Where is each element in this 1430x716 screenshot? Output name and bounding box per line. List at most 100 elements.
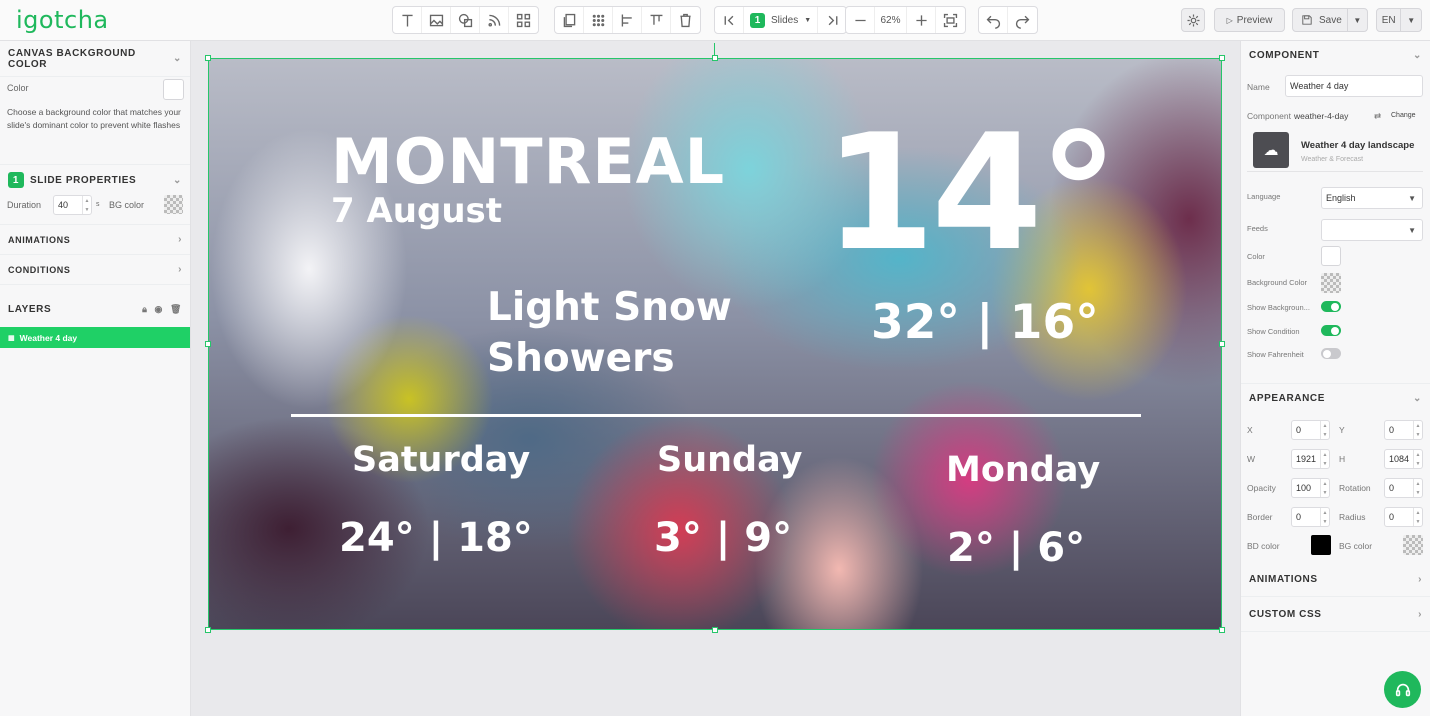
resize-handle[interactable] [712,55,718,61]
left-panel: CANVAS BACKGROUND COLOR ⌄ Color Choose a… [0,41,191,716]
x-input[interactable]: 0 ▲ ▼ [1291,420,1330,440]
change-component-link[interactable]: Change [1391,112,1416,119]
arrange-tools [554,6,701,34]
show-condition-toggle[interactable] [1321,325,1341,336]
preview-button[interactable]: ▷ Preview [1214,8,1285,32]
bg-color-swatch[interactable] [1403,535,1423,555]
x-stepper[interactable]: ▲ ▼ [1320,421,1329,439]
grid-button[interactable] [584,7,613,33]
radius-stepper[interactable]: ▲ ▼ [1413,508,1422,526]
lock-icon[interactable]: 🔒︎ [142,304,147,315]
resize-handle[interactable] [205,627,211,633]
custom-css-header[interactable]: CUSTOM CSS › [1241,598,1430,632]
canvas-bg-section-header[interactable]: CANVAS BACKGROUND COLOR ⌄ [0,41,190,77]
slide-canvas[interactable]: MONTREAL 7 August 14° Light Snow Showers… [208,58,1222,630]
border-input[interactable]: 0 ▲ ▼ [1291,507,1330,527]
settings-button[interactable] [1181,8,1205,32]
support-chat-button[interactable] [1384,671,1421,708]
width-stepper[interactable]: ▲ ▼ [1320,450,1329,468]
redo-button[interactable] [1008,7,1037,33]
background-color-swatch[interactable] [1321,273,1341,293]
image-icon [429,14,443,26]
zoom-out-button[interactable] [846,7,875,33]
resize-handle[interactable] [205,341,211,347]
first-slide-button[interactable] [715,7,744,33]
border-stepper[interactable]: ▲ ▼ [1320,508,1329,526]
current-slide-badge: 1 [750,12,765,28]
feeds-select[interactable]: ▼ [1321,219,1423,241]
language-selector[interactable]: EN ▼ [1376,8,1422,32]
conditions-title: CONDITIONS [8,264,71,275]
show-fahrenheit-toggle[interactable] [1321,348,1341,359]
delete-button[interactable] [671,7,700,33]
conditions-header[interactable]: CONDITIONS › [0,255,190,285]
height-value: 1084 [1389,454,1410,464]
border-color-swatch[interactable] [1311,535,1331,555]
y-stepper[interactable]: ▲ ▼ [1413,421,1422,439]
y-input[interactable]: 0 ▲ ▼ [1384,420,1423,440]
name-value: Weather 4 day [1290,81,1349,91]
animations-header[interactable]: ANIMATIONS › [0,225,190,255]
save-button[interactable]: Save [1293,9,1348,31]
component-header[interactable]: COMPONENT ⌄ [1241,41,1430,69]
image-tool-button[interactable] [422,7,451,33]
eye-icon[interactable]: ◉ [155,304,163,315]
chevron-down-icon: ⌄ [1413,393,1422,404]
shape-tool-button[interactable] [451,7,480,33]
radius-input[interactable]: 0 ▲ ▼ [1384,507,1423,527]
resize-handle[interactable] [1219,627,1225,633]
rotate-handle[interactable] [714,43,715,55]
color-swatch[interactable] [1321,246,1341,266]
save-button-group: Save ▼ [1292,8,1368,32]
duplicate-button[interactable] [555,7,584,33]
zoom-in-button[interactable] [907,7,936,33]
canvas-color-swatch[interactable] [163,79,184,100]
height-stepper[interactable]: ▲ ▼ [1413,450,1422,468]
rotation-input[interactable]: 0 ▲ ▼ [1384,478,1423,498]
fit-screen-button[interactable] [936,7,965,33]
last-slide-button[interactable] [817,7,846,33]
show-background-toggle[interactable] [1321,301,1341,312]
animations-header[interactable]: ANIMATIONS › [1241,563,1430,597]
border-label: Border [1247,512,1273,522]
duration-input[interactable]: 40 ▲ ▼ [53,195,92,215]
copy-icon [563,13,575,27]
align-left-button[interactable] [613,7,642,33]
chevron-down-icon: ▼ [1408,193,1416,203]
x-label: X [1247,425,1253,435]
height-input[interactable]: 1084 ▲ ▼ [1384,449,1423,469]
width-input[interactable]: 1921 ▲ ▼ [1291,449,1330,469]
resize-handle[interactable] [712,627,718,633]
layer-item[interactable]: ▦ Weather 4 day [0,327,190,348]
appearance-header[interactable]: APPEARANCE ⌄ [1241,383,1430,413]
duration-value: 40 [58,200,69,210]
shapes-icon [458,13,472,27]
slide-properties-header[interactable]: 1 SLIDE PROPERTIES ⌄ [0,165,190,195]
text-tool-button[interactable] [393,7,422,33]
resize-handle[interactable] [1219,341,1225,347]
rotation-stepper[interactable]: ▲ ▼ [1413,479,1422,497]
slide-selector[interactable]: 1 Slides ▼ [744,7,817,33]
undo-button[interactable] [979,7,1008,33]
save-options-chevron-icon[interactable]: ▼ [1348,16,1367,25]
color-label: Color [1247,252,1265,261]
feed-tool-button[interactable] [480,7,509,33]
language-select[interactable]: English ▼ [1321,187,1423,209]
opacity-input[interactable]: 100 ▲ ▼ [1291,478,1330,498]
zoom-level[interactable]: 62% [875,7,907,33]
slide-navigator: 1 Slides ▼ [714,6,848,34]
opacity-stepper[interactable]: ▲ ▼ [1320,479,1329,497]
forecast-day-name: Sunday [657,440,803,480]
resize-handle[interactable] [205,55,211,61]
w-label: W [1247,454,1256,464]
align-top-button[interactable] [642,7,671,33]
widget-tool-button[interactable] [509,7,538,33]
slide-bg-color-swatch[interactable] [164,195,183,214]
component-card[interactable]: ☁ Weather 4 day landscape Weather & Fore… [1247,130,1423,172]
duration-stepper[interactable]: ▲ ▼ [82,196,91,214]
appearance-title: APPEARANCE [1249,393,1326,404]
name-input[interactable]: Weather 4 day [1285,75,1423,97]
trash-icon[interactable]: 🗑︎ [170,304,182,315]
app-logo[interactable]: igotcha [16,6,109,34]
resize-handle[interactable] [1219,55,1225,61]
